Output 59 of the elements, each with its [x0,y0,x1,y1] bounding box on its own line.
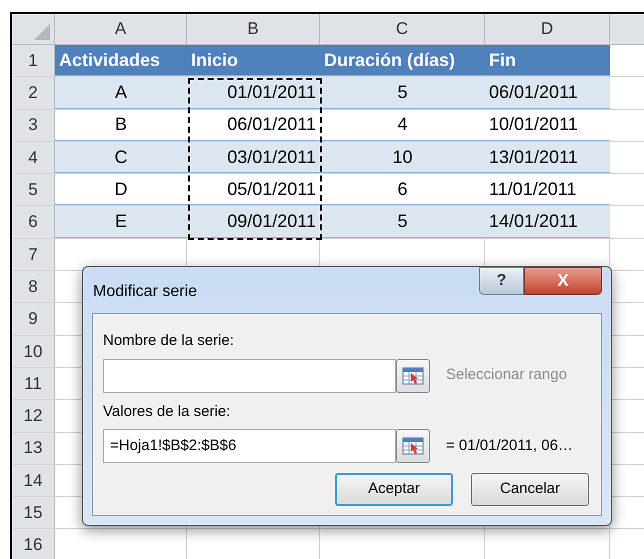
column-header[interactable]: D [485,14,610,44]
row-header[interactable]: 1 [12,45,55,76]
table-cell-text: 10 [391,146,414,169]
range-select-button[interactable] [396,429,430,463]
field-hint: = 01/01/2011, 06… [446,436,573,456]
table-cell-text: 5 [396,210,408,234]
table-cell-text: 4 [396,113,408,136]
table-cell-text: 13/01/2011 [488,146,579,169]
row-header[interactable]: 9 [12,303,55,335]
dialog-title: Modificar serie [93,282,198,302]
row-header[interactable]: 16 [12,529,55,559]
header-cell-text: Duración (días) [323,48,456,72]
table-cell-text: B [114,113,128,136]
table-cell-text: 09/01/2011 [226,210,317,234]
table-cell-text: E [114,210,128,234]
table-cell-text: 05/01/2011 [226,178,317,201]
table-cell-text: 06/01/2011 [488,80,579,104]
dialog-button[interactable]: Aceptar [335,473,453,506]
row-header[interactable]: 5 [12,174,55,206]
range-picker-icon [402,437,424,455]
row-header[interactable]: 8 [12,271,55,302]
row-header[interactable]: 3 [12,110,55,141]
row-header[interactable]: 13 [12,432,55,464]
column-header[interactable]: C [320,14,485,44]
row-header[interactable]: 10 [12,336,55,367]
table-cell-text: D [114,178,128,201]
table-cell-text: 11/01/2011 [488,178,578,201]
input-field[interactable] [103,358,396,392]
row-header[interactable]: 14 [12,464,55,496]
table-cell-text: 01/01/2011 [226,80,317,104]
table-cell-text: 14/01/2011 [488,210,579,234]
row-header[interactable]: 6 [12,206,55,238]
table-cell-text: A [114,80,128,104]
table-cell-text: 6 [396,178,408,201]
dialog-button[interactable]: Cancelar [471,473,589,506]
field-hint: Seleccionar rango [446,365,567,386]
range-select-button[interactable] [396,358,430,392]
row-header[interactable]: 15 [12,497,55,528]
row-header[interactable]: 11 [12,368,55,400]
column-header[interactable]: B [187,14,320,44]
range-picker-icon [402,366,424,384]
header-cell-text: Actividades [58,48,162,72]
row-header[interactable]: 4 [12,142,55,174]
field-label: Nombre de la serie: [103,331,235,351]
input-field[interactable]: =Hoja1!$B$2:$B$6 [103,429,396,463]
table-cell-text: 10/01/2011 [488,113,579,136]
field-value: =Hoja1!$B$2:$B$6 [110,436,236,456]
table-cell-text: C [114,146,128,169]
header-cell-text: Inicio [190,48,240,72]
row-header[interactable]: 12 [12,400,55,432]
row-header[interactable]: 7 [12,238,55,270]
table-cell-text: 06/01/2011 [226,113,317,136]
table-cell-text: 03/01/2011 [226,146,317,169]
row-header[interactable]: 2 [12,77,55,109]
table-cell-text: 5 [396,80,408,104]
header-cell-text: Fin [488,48,517,72]
field-label: Valores de la serie: [103,402,232,422]
column-header[interactable]: A [55,14,187,44]
help-button[interactable]: ? [479,267,524,295]
